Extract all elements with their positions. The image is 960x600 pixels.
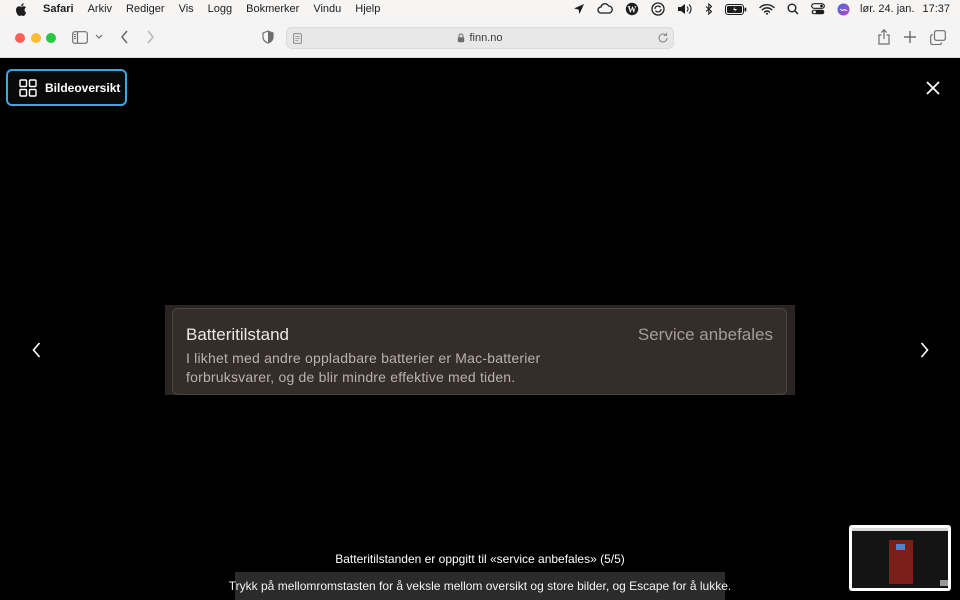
- close-viewer-button[interactable]: [920, 77, 946, 99]
- current-image: Batteritilstand Service anbefales I likh…: [165, 305, 795, 395]
- clock-time: 17:37: [922, 3, 950, 15]
- image-viewer: Bildeoversikt Batteritilstand Service an…: [0, 58, 960, 600]
- previous-image-button[interactable]: [26, 338, 46, 362]
- image-overview-button[interactable]: Bildeoversikt: [6, 69, 127, 106]
- sync-status-icon[interactable]: [651, 2, 665, 16]
- close-icon: [926, 81, 940, 95]
- spotlight-search-icon[interactable]: [787, 3, 799, 15]
- image-overview-label: Bildeoversikt: [45, 80, 121, 95]
- grid-icon: [19, 78, 37, 97]
- image-caption: Batteritilstanden er oppgitt til «servic…: [335, 552, 625, 566]
- chevron-left-icon: [31, 342, 40, 358]
- menu-clock[interactable]: lør. 24. jan. 17:37: [860, 3, 950, 15]
- wifi-icon[interactable]: [759, 3, 775, 15]
- new-tab-icon[interactable]: [903, 30, 917, 44]
- menu-app-name[interactable]: Safari: [43, 3, 74, 15]
- forward-icon[interactable]: [146, 30, 155, 44]
- svg-text:W: W: [628, 5, 637, 15]
- menu-arkiv[interactable]: Arkiv: [88, 3, 112, 15]
- control-center-icon[interactable]: [811, 3, 825, 15]
- menu-rediger[interactable]: Rediger: [126, 3, 165, 15]
- clock-date: lør. 24. jan.: [860, 3, 915, 15]
- menu-bokmerker[interactable]: Bokmerker: [246, 3, 299, 15]
- address-bar[interactable]: finn.no: [286, 27, 674, 49]
- reload-icon[interactable]: [657, 32, 669, 47]
- share-icon[interactable]: [877, 29, 891, 45]
- tab-overview-icon[interactable]: [930, 30, 946, 45]
- privacy-shield-icon[interactable]: [262, 30, 274, 44]
- battery-card-title: Batteritilstand: [186, 325, 289, 344]
- menu-vindu[interactable]: Vindu: [313, 3, 341, 15]
- battery-icon[interactable]: [725, 3, 747, 15]
- window-close-button[interactable]: [15, 33, 25, 43]
- chevron-down-icon[interactable]: [95, 34, 103, 40]
- url-text: finn.no: [469, 32, 503, 44]
- wordpress-icon[interactable]: W: [625, 2, 639, 16]
- page-menu-icon[interactable]: [293, 33, 302, 47]
- menu-logg[interactable]: Logg: [208, 3, 232, 15]
- battery-status-card: Batteritilstand Service anbefales I likh…: [172, 308, 787, 395]
- bluetooth-icon[interactable]: [705, 3, 713, 15]
- volume-icon[interactable]: [677, 3, 693, 15]
- battery-card-description: I likhet med andre oppladbare batterier …: [186, 350, 541, 385]
- apple-logo-icon[interactable]: [15, 2, 29, 16]
- window-zoom-button[interactable]: [46, 33, 56, 43]
- menu-vis[interactable]: Vis: [179, 3, 194, 15]
- creative-cloud-icon[interactable]: [597, 3, 613, 15]
- location-arrow-icon[interactable]: [573, 3, 585, 15]
- window-minimize-button[interactable]: [31, 33, 41, 43]
- next-image-button[interactable]: [914, 338, 934, 362]
- chevron-right-icon: [920, 342, 929, 358]
- siri-icon[interactable]: [837, 3, 850, 16]
- battery-card-status: Service anbefales: [637, 325, 773, 344]
- image-thumbnail[interactable]: [849, 525, 951, 591]
- menu-bar: Safari Arkiv Rediger Vis Logg Bokmerker …: [0, 0, 960, 18]
- browser-toolbar: finn.no: [0, 18, 960, 58]
- back-icon[interactable]: [120, 30, 129, 44]
- menu-hjelp[interactable]: Hjelp: [355, 3, 380, 15]
- keyboard-help-text: Trykk på mellomromstasten for å veksle m…: [229, 572, 731, 600]
- menu-extras: W lør. 24. jan. 17:37: [561, 0, 950, 18]
- sidebar-toggle-icon[interactable]: [72, 31, 88, 44]
- thumbnail-preview: [852, 528, 948, 588]
- lock-icon: [457, 33, 465, 43]
